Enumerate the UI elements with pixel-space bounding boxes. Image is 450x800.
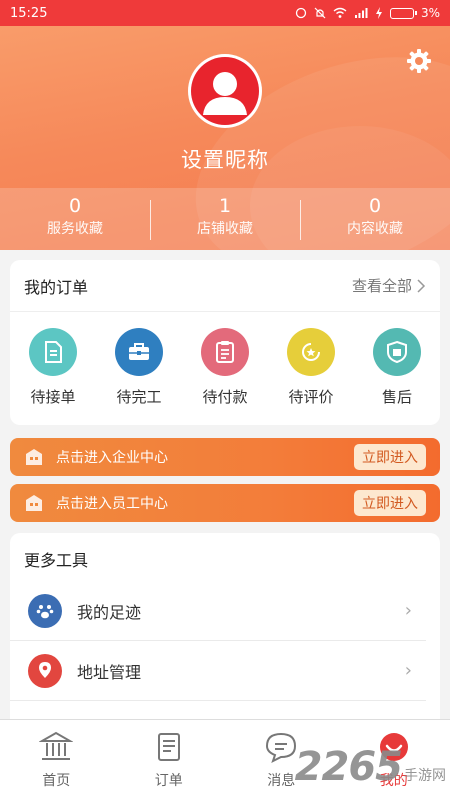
tools-title: 更多工具	[24, 551, 89, 570]
tab-label: 订单	[154, 773, 183, 789]
order-pending-review[interactable]: 待评价	[268, 328, 354, 407]
order-status-label: 待接单	[30, 388, 76, 406]
status-time: 15:25	[10, 5, 48, 21]
tab-label: 消息	[267, 773, 296, 789]
watermark-text: 手游网	[404, 768, 446, 784]
view-all-orders-link[interactable]: 查看全部	[352, 275, 426, 296]
message-bubble-icon	[266, 732, 297, 763]
chevron-right-icon	[417, 278, 426, 293]
order-pending-payment[interactable]: 待付款	[182, 328, 268, 407]
stat-service-favorites[interactable]: 0 服务收藏	[0, 188, 150, 250]
tab-home[interactable]: 首页	[0, 720, 113, 800]
orders-header: 我的订单 查看全部	[10, 260, 440, 312]
tool-footprints[interactable]: 我的足迹 ›	[10, 581, 426, 641]
enterprise-center-banner[interactable]: 点击进入企业中心 立即进入	[10, 438, 440, 476]
after-sale-icon	[373, 328, 421, 376]
user-icon	[203, 72, 247, 115]
stat-value: 0	[368, 195, 382, 217]
location-pin-icon	[28, 653, 62, 688]
stat-label: 内容收藏	[347, 221, 403, 237]
home-bank-icon	[39, 731, 74, 760]
status-bar: 15:25 3%	[0, 0, 450, 26]
clipboard-icon	[201, 328, 249, 376]
order-status-label: 待完工	[116, 388, 162, 406]
signal-icon	[354, 8, 368, 18]
battery-percent: 3%	[420, 6, 440, 20]
tool-label: 我的足迹	[77, 602, 142, 622]
stat-label: 店铺收藏	[197, 221, 253, 237]
banner-text: 点击进入企业中心	[56, 450, 168, 466]
charging-icon	[375, 7, 382, 19]
profile-header: 设置昵称 0 服务收藏 1 店铺收藏 0 内容收藏	[0, 26, 450, 250]
building-icon	[26, 449, 42, 465]
order-status-label: 待评价	[288, 388, 334, 406]
stat-value: 1	[218, 195, 232, 217]
order-pending-complete[interactable]: 待完工	[96, 328, 182, 407]
tools-card: 更多工具 我的足迹 › 地址管理 ›	[10, 533, 440, 733]
tab-label: 首页	[42, 773, 71, 789]
order-status-label: 待付款	[202, 388, 248, 406]
order-status-list: 待接单 待完工 待付款 待评价 售后	[10, 312, 440, 407]
status-icons: 3%	[295, 6, 440, 20]
nickname[interactable]: 设置昵称	[0, 144, 450, 174]
tool-address[interactable]: 地址管理 ›	[10, 641, 426, 701]
star-badge-icon	[287, 328, 335, 376]
tool-label: 地址管理	[77, 662, 142, 682]
banner-text: 点击进入员工中心	[56, 496, 168, 512]
alarm-icon	[295, 7, 307, 19]
toolbox-icon	[115, 328, 163, 376]
stat-content-favorites[interactable]: 0 内容收藏	[300, 188, 450, 250]
orders-card: 我的订单 查看全部 待接单 待完工 待付款 待评价 售后	[10, 260, 440, 425]
battery-icon	[389, 7, 417, 19]
wifi-icon	[333, 7, 347, 18]
stat-label: 服务收藏	[47, 221, 103, 237]
staff-center-banner[interactable]: 点击进入员工中心 立即进入	[10, 484, 440, 522]
tab-orders[interactable]: 订单	[113, 720, 226, 800]
order-after-sale[interactable]: 售后	[354, 328, 440, 407]
mute-icon	[314, 7, 326, 19]
chevron-right-icon: ›	[404, 660, 412, 681]
enter-staff-button[interactable]: 立即进入	[354, 490, 426, 516]
order-list-icon	[157, 733, 180, 761]
watermark-number: 2265	[294, 744, 403, 790]
avatar[interactable]	[188, 54, 262, 128]
orders-title: 我的订单	[24, 277, 89, 297]
gear-icon[interactable]	[406, 48, 432, 74]
chevron-right-icon: ›	[404, 600, 412, 621]
watermark-logo: 2265 手游网	[295, 744, 446, 790]
view-all-label: 查看全部	[351, 277, 412, 295]
document-icon	[29, 328, 77, 376]
enter-enterprise-button[interactable]: 立即进入	[354, 444, 426, 470]
stat-shop-favorites[interactable]: 1 店铺收藏	[150, 188, 300, 250]
paw-icon	[28, 593, 62, 628]
building-icon	[26, 495, 42, 511]
stat-value: 0	[68, 195, 82, 217]
stats-bar: 0 服务收藏 1 店铺收藏 0 内容收藏	[0, 188, 450, 250]
order-pending-accept[interactable]: 待接单	[10, 328, 96, 407]
order-status-label: 售后	[381, 388, 412, 406]
